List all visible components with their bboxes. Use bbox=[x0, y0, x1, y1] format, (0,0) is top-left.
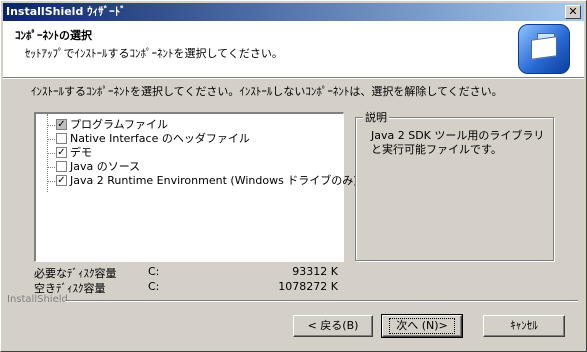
cancel-button[interactable]: ｷｬﾝｾﾙ bbox=[483, 315, 565, 337]
footer-brand: InstallShield bbox=[7, 294, 68, 305]
component-label: Native Interface のヘッダファイル bbox=[70, 132, 250, 145]
component-checkbox[interactable] bbox=[56, 161, 67, 172]
component-checkbox[interactable] bbox=[56, 133, 67, 144]
tree-connector bbox=[47, 125, 55, 126]
component-label: デモ bbox=[70, 146, 92, 159]
back-button[interactable]: < 戻る(B) bbox=[293, 315, 373, 337]
disk-required-label: 必要なﾃﾞｨｽｸ容量 bbox=[34, 267, 117, 280]
disk-required-value: 93312 K bbox=[292, 265, 338, 278]
page-subtitle: ｾｯﾄｱｯﾌﾟでｲﾝｽﾄｰﾙするｺﾝﾎﾟｰﾈﾝﾄを選択してください。 bbox=[25, 47, 283, 60]
installer-window: InstallShield ｳｨｻﾞｰﾄﾞ ✕ ｺﾝﾎﾟｰﾈﾝﾄの選択 ｾｯﾄｱ… bbox=[0, 0, 587, 352]
next-button-label: 次へ (N)> bbox=[389, 318, 455, 334]
wizard-header: ｺﾝﾎﾟｰﾈﾝﾄの選択 ｾｯﾄｱｯﾌﾟでｲﾝｽﾄｰﾙするｺﾝﾎﾟｰﾈﾝﾄを選択し… bbox=[3, 21, 584, 77]
close-button[interactable]: ✕ bbox=[565, 5, 581, 19]
instruction-text: ｲﾝｽﾄｰﾙするｺﾝﾎﾟｰﾈﾝﾄを選択してください。ｲﾝｽﾄｰﾙしないｺﾝﾎﾟｰ… bbox=[31, 85, 503, 98]
component-list[interactable]: ✓ プログラムファイル Native Interface のヘッダファイル ✓ … bbox=[34, 112, 358, 262]
disk-free-value: 1078272 K bbox=[278, 280, 338, 293]
logo-shape bbox=[531, 36, 557, 60]
tree-connector bbox=[47, 167, 55, 168]
component-checkbox[interactable]: ✓ bbox=[56, 147, 67, 158]
tree-connector bbox=[47, 153, 55, 154]
next-button[interactable]: 次へ (N)> bbox=[381, 314, 463, 338]
description-legend: 説明 bbox=[363, 109, 389, 125]
close-icon: ✕ bbox=[568, 5, 578, 18]
component-label: プログラムファイル bbox=[70, 118, 169, 131]
window-title: InstallShield ｳｨｻﾞｰﾄﾞ bbox=[6, 5, 126, 18]
tree-connector bbox=[47, 139, 55, 140]
description-text: Java 2 SDK ツール用のライブラリと実行可能ファイルです。 bbox=[371, 129, 545, 156]
component-checkbox[interactable]: ✓ bbox=[56, 119, 67, 130]
footer-divider bbox=[65, 300, 578, 302]
back-button-label: < 戻る(B) bbox=[307, 319, 359, 332]
installer-box-icon bbox=[518, 24, 570, 74]
component-label: Java 2 Runtime Environment (Windows ドライブ… bbox=[70, 174, 358, 187]
disk-free-drive: C: bbox=[148, 280, 160, 293]
disk-required-drive: C: bbox=[148, 265, 160, 278]
tree-connector bbox=[47, 181, 55, 182]
component-label: Java のソース bbox=[70, 160, 141, 173]
component-checkbox[interactable]: ✓ bbox=[56, 175, 67, 186]
page-title: ｺﾝﾎﾟｰﾈﾝﾄの選択 bbox=[15, 29, 92, 42]
title-bar: InstallShield ｳｨｻﾞｰﾄﾞ ✕ bbox=[3, 3, 584, 21]
header-divider bbox=[3, 77, 584, 79]
cancel-button-label: ｷｬﾝｾﾙ bbox=[510, 319, 538, 332]
